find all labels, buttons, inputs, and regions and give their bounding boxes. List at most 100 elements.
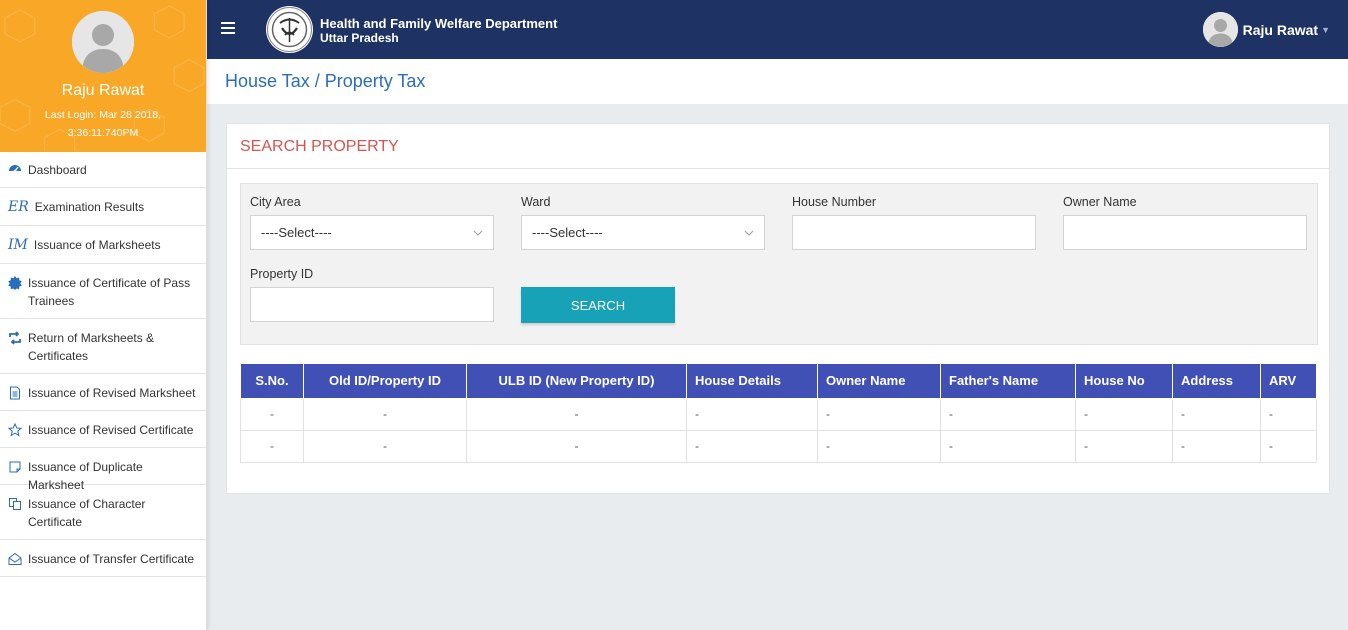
column-header: Address bbox=[1172, 364, 1261, 399]
top-navbar: Health and Family Welfare Department Utt… bbox=[207, 0, 1348, 59]
column-header: S.No. bbox=[240, 364, 304, 399]
table-cell: - bbox=[466, 397, 687, 431]
table-cell: - bbox=[1172, 429, 1261, 463]
sidebar-item-return-of-marksheets[interactable]: Return of Marksheets & Certificates bbox=[0, 319, 206, 374]
sidebar-item-label: Issuance of Transfer Certificate bbox=[28, 552, 195, 566]
sidebar-item-label: Dashboard bbox=[28, 163, 87, 177]
house-number-label: House Number bbox=[792, 195, 877, 209]
sidebar-item-examination-results[interactable]: ER Examination Results bbox=[0, 188, 206, 226]
sidebar-item-certificate-of-pass-trainees[interactable]: Issuance of Certificate of Pass Trainees bbox=[0, 264, 206, 319]
city-area-select[interactable]: ----Select---- bbox=[250, 215, 494, 250]
sidebar-item-transfer-certificate[interactable]: Issuance of Transfer Certificate bbox=[0, 540, 206, 577]
table-cell: - bbox=[686, 397, 818, 431]
table-cell: - bbox=[1075, 429, 1173, 463]
table-cell: - bbox=[940, 429, 1076, 463]
ward-label: Ward bbox=[521, 195, 551, 209]
table-cell: - bbox=[1075, 397, 1173, 431]
chevron-down-icon: ▼ bbox=[1321, 24, 1330, 35]
table-row: - - - - - - - - - bbox=[240, 397, 1317, 431]
table-header-row: S.No. Old ID/Property ID ULB ID (New Pro… bbox=[240, 364, 1317, 399]
sidebar-item-dashboard[interactable]: Dashboard bbox=[0, 152, 206, 188]
sidebar-item-label: Issuance of Character Certificate bbox=[28, 497, 146, 529]
page-header: House Tax / Property Tax bbox=[207, 59, 1348, 104]
column-header: ARV bbox=[1260, 364, 1317, 399]
city-area-group: City Area ----Select---- bbox=[250, 195, 494, 250]
city-area-selected: ----Select---- bbox=[261, 225, 332, 240]
ward-group: Ward ----Select---- bbox=[521, 195, 765, 250]
user-name: Raju Rawat bbox=[1242, 21, 1319, 38]
sidebar-item-label: Issuance of Revised Certificate bbox=[28, 423, 194, 437]
menu-toggle-icon[interactable] bbox=[221, 20, 235, 36]
dashboard-icon bbox=[8, 161, 22, 175]
search-property-card: SEARCH PROPERTY City Area ----Select----… bbox=[226, 123, 1330, 494]
owner-name-group: Owner Name bbox=[1063, 195, 1307, 250]
sidebar-profile: Raju Rawat Last Login: Mar 28 2018, 3:36… bbox=[0, 0, 206, 152]
table-cell: - bbox=[303, 397, 467, 431]
sidebar-item-label: Return of Marksheets & Certificates bbox=[28, 331, 155, 363]
user-menu[interactable]: Raju Rawat ▼ bbox=[1202, 12, 1330, 47]
owner-name-label: Owner Name bbox=[1063, 195, 1137, 209]
results-table: S.No. Old ID/Property ID ULB ID (New Pro… bbox=[240, 364, 1317, 463]
star-icon bbox=[8, 423, 22, 437]
im-icon: IM bbox=[8, 237, 28, 253]
chevron-down-icon bbox=[744, 230, 754, 236]
sidebar-item-revised-marksheet[interactable]: Issuance of Revised Marksheet bbox=[0, 374, 206, 411]
table-cell: - bbox=[817, 397, 941, 431]
table-cell: - bbox=[940, 397, 1076, 431]
sidebar-item-label: Examination Results bbox=[34, 200, 145, 214]
chevron-down-icon bbox=[473, 230, 483, 236]
column-header: Old ID/Property ID bbox=[303, 364, 467, 399]
department-title: Health and Family Welfare Department Utt… bbox=[320, 16, 558, 46]
state-name: Uttar Pradesh bbox=[320, 31, 399, 45]
sidebar-item-duplicate-marksheet[interactable]: Issuance of Duplicate Marksheet bbox=[0, 448, 206, 492]
divider bbox=[227, 168, 1329, 169]
search-button[interactable]: SEARCH bbox=[521, 287, 675, 323]
table-row: - - - - - - - - - bbox=[240, 429, 1317, 463]
owner-name-input[interactable] bbox=[1063, 215, 1307, 250]
sidebar: Raju Rawat Last Login: Mar 28 2018, 3:36… bbox=[0, 0, 207, 630]
table-cell: - bbox=[817, 429, 941, 463]
sidebar-item-issuance-of-marksheets[interactable]: IM Issuance of Marksheets bbox=[0, 226, 206, 264]
user-avatar-icon bbox=[1202, 12, 1238, 47]
sidebar-item-label: Issuance of Revised Marksheet bbox=[28, 386, 196, 400]
table-cell: - bbox=[303, 429, 467, 463]
house-number-group: House Number bbox=[792, 195, 1036, 250]
sidebar-item-label: Issuance of Marksheets bbox=[33, 238, 161, 252]
avatar[interactable] bbox=[72, 11, 134, 73]
ward-selected: ----Select---- bbox=[532, 225, 603, 240]
table-cell: - bbox=[466, 429, 687, 463]
page-title: House Tax / Property Tax bbox=[225, 71, 426, 91]
sidebar-item-label: Issuance of Duplicate Marksheet bbox=[28, 460, 143, 492]
column-header: Owner Name bbox=[817, 364, 941, 399]
user-avatar-icon bbox=[72, 11, 134, 73]
copy-icon bbox=[8, 497, 22, 511]
last-login-text: Last Login: Mar 28 2018, 3:36:11:740PM bbox=[44, 109, 162, 139]
search-form: City Area ----Select---- Ward ----Select… bbox=[240, 183, 1318, 345]
table-cell: - bbox=[1172, 397, 1261, 431]
table-cell: - bbox=[686, 429, 818, 463]
sidebar-item-label: Issuance of Certificate of Pass Trainees bbox=[28, 276, 191, 308]
profile-name: Raju Rawat bbox=[61, 82, 145, 99]
badge-icon bbox=[8, 276, 22, 290]
table-cell: - bbox=[240, 397, 304, 431]
er-icon: ER bbox=[8, 199, 29, 215]
column-header: House No bbox=[1075, 364, 1173, 399]
property-id-input[interactable] bbox=[250, 287, 494, 322]
department-name: Health and Family Welfare Department bbox=[320, 16, 558, 31]
note-icon bbox=[8, 460, 22, 474]
ward-select[interactable]: ----Select---- bbox=[521, 215, 765, 250]
table-cell: - bbox=[1260, 429, 1317, 463]
state-emblem-logo bbox=[266, 6, 313, 53]
city-area-label: City Area bbox=[250, 195, 301, 209]
column-header: Father's Name bbox=[940, 364, 1076, 399]
sidebar-menu: Dashboard ER Examination Results IM Issu… bbox=[0, 152, 206, 577]
avatar bbox=[1202, 12, 1238, 47]
sidebar-item-revised-certificate[interactable]: Issuance of Revised Certificate bbox=[0, 411, 206, 448]
retweet-icon bbox=[8, 331, 22, 345]
card-title: SEARCH PROPERTY bbox=[240, 138, 399, 155]
property-id-label: Property ID bbox=[250, 267, 314, 281]
house-number-input[interactable] bbox=[792, 215, 1036, 250]
table-cell: - bbox=[1260, 397, 1317, 431]
column-header: ULB ID (New Property ID) bbox=[466, 364, 687, 399]
envelope-open-icon bbox=[8, 552, 22, 566]
